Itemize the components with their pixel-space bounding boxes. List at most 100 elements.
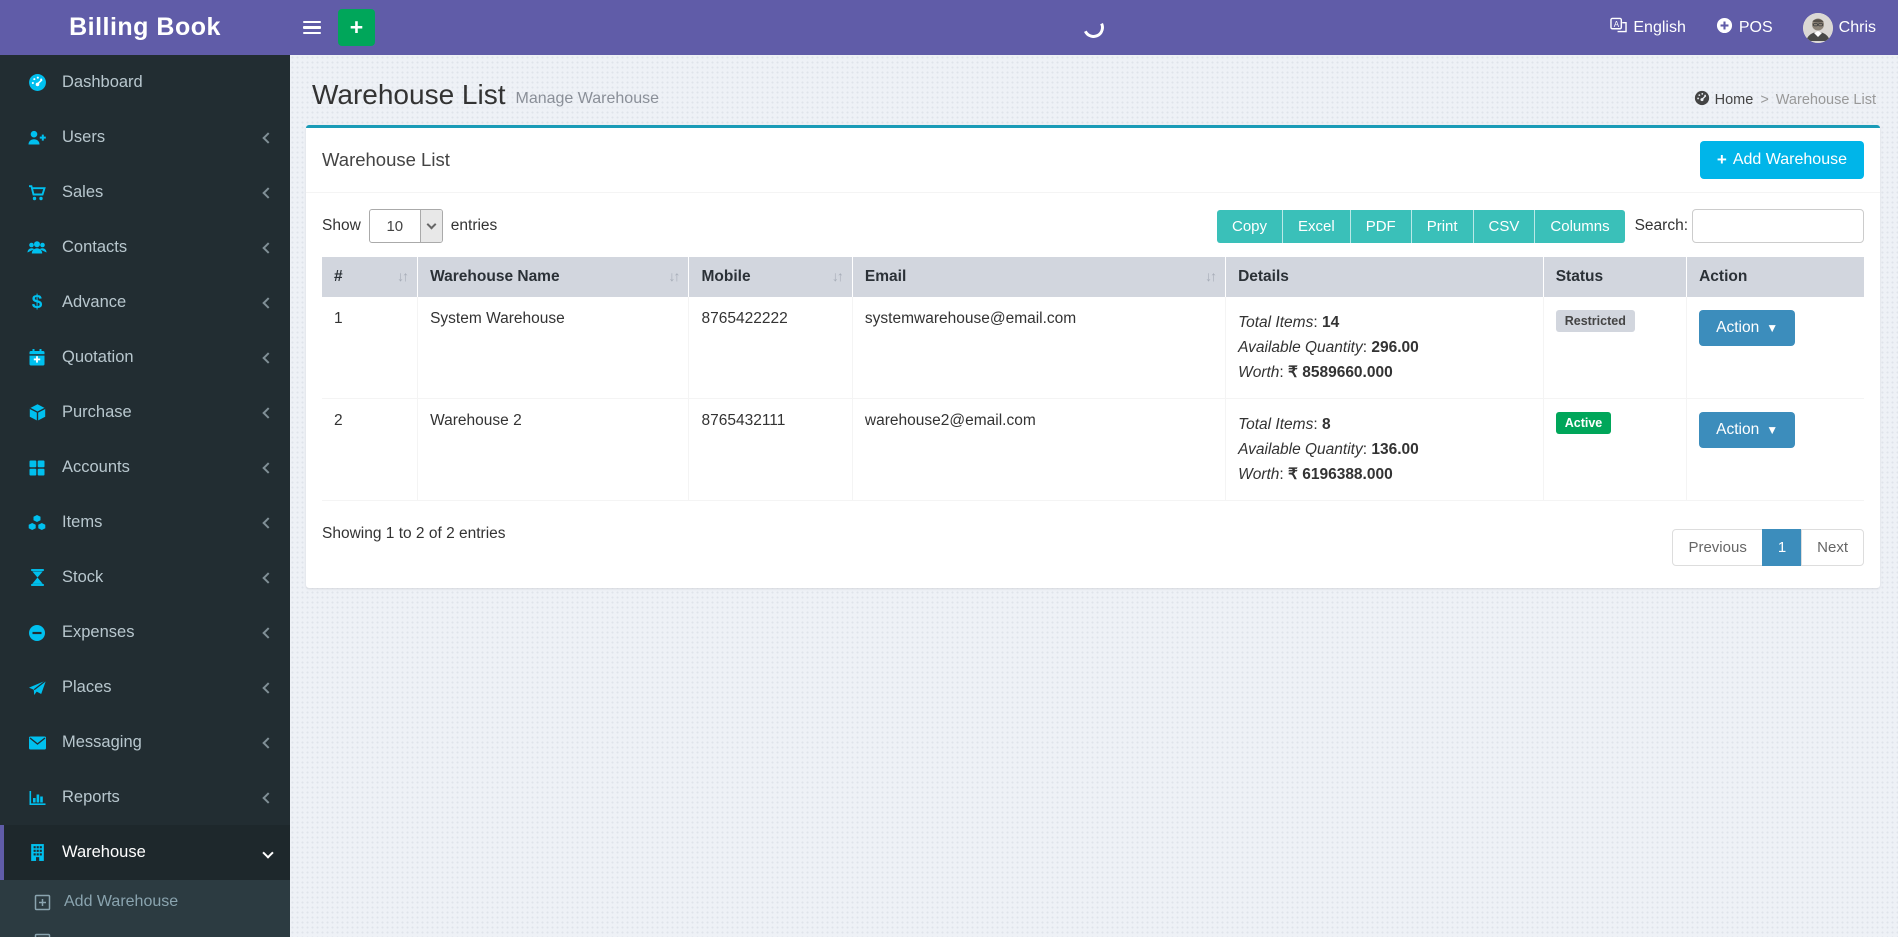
pdf-button[interactable]: PDF [1350,209,1412,243]
pos-button[interactable]: POS [1716,17,1773,39]
card-header: Warehouse List + Add Warehouse [306,128,1880,193]
sidebar-item-items[interactable]: Items [0,495,290,550]
previous-page-button[interactable]: Previous [1672,529,1763,566]
warehouse-table: # ↓↑ Warehouse Name ↓↑ Mobile ↓↑ Email ↓↑ De… [322,257,1864,501]
app-title: Billing Book [69,13,221,41]
add-warehouse-button[interactable]: + Add Warehouse [1699,141,1864,179]
showing-entries-text: Showing 1 to 2 of 2 entries [322,525,506,542]
page-length-select[interactable]: 10 [368,209,443,243]
next-page-button[interactable]: Next [1801,529,1864,566]
sidebar-subitem-label: Add Warehouse [64,893,179,910]
cell-details: Total Items: 14 Available Quantity: 296.… [1225,297,1544,399]
col-header-warehouse-name[interactable]: Warehouse Name ↓↑ [417,257,690,297]
cell-num: 1 [322,297,419,399]
table-controls: Show 10 entries Copy Excel PDF Print CSV… [322,209,1864,243]
col-header-email[interactable]: Email ↓↑ [852,257,1227,297]
sidebar-item-label: Reports [62,788,120,806]
sort-icon: ↓↑ [397,268,409,284]
sidebar-item-label: Messaging [62,733,142,751]
cell-warehouse-name: System Warehouse [417,297,690,399]
calendar-plus-icon [26,348,48,367]
loading-spinner-icon [1080,13,1107,41]
excel-button[interactable]: Excel [1283,209,1351,243]
action-dropdown-button[interactable]: Action ▼ [1699,412,1796,448]
list-icon [32,929,52,937]
sidebar-item-label: Warehouse [62,843,146,861]
search-control: Search: [1625,209,1864,243]
cell-details: Total Items: 8 Available Quantity: 136.0… [1225,398,1544,501]
caret-down-icon: ▼ [1766,321,1779,335]
sidebar-item-stock[interactable]: Stock [0,550,290,605]
chevron-left-icon [262,296,274,309]
csv-button[interactable]: CSV [1473,209,1536,243]
grid-icon [26,458,48,477]
sidebar-item-label: Items [62,513,103,531]
sidebar-item-quotation[interactable]: Quotation [0,330,290,385]
sidebar-item-label: Expenses [62,623,135,641]
sidebar-subitem-add-warehouse[interactable]: Add Warehouse [0,880,290,924]
breadcrumb-current: Warehouse List [1775,92,1876,108]
search-input[interactable] [1692,209,1864,243]
cell-action: Action ▼ [1686,398,1864,501]
user-plus-icon [26,128,48,147]
sidebar-subitem-partial[interactable] [0,924,290,937]
sidebar-item-advance[interactable]: $ Advance [0,275,290,330]
sidebar-item-label: Dashboard [62,73,143,91]
sidebar-item-places[interactable]: Places [0,660,290,715]
sidebar-item-label: Quotation [62,348,134,366]
building-icon [26,843,48,862]
dollar-icon: $ [31,291,43,313]
user-menu[interactable]: Chris [1802,12,1876,43]
sidebar-item-accounts[interactable]: Accounts [0,440,290,495]
print-button[interactable]: Print [1411,209,1474,243]
language-menu[interactable]: A English [1610,17,1686,38]
sidebar-item-label: Accounts [62,458,130,476]
sidebar-item-purchase[interactable]: Purchase [0,385,290,440]
sidebar-item-contacts[interactable]: Contacts [0,220,290,275]
sidebar-item-expenses[interactable]: Expenses [0,605,290,660]
columns-button[interactable]: Columns [1535,209,1625,243]
action-dropdown-button[interactable]: Action ▼ [1699,310,1796,346]
pagination: Previous 1 Next [1672,529,1864,566]
status-badge: Restricted [1555,310,1635,332]
quick-add-button[interactable]: + [338,9,375,46]
chevron-left-icon [262,571,274,584]
cell-email: warehouse2@email.com [852,398,1227,501]
sidebar-item-label: Advance [62,293,127,311]
page-number-button[interactable]: 1 [1761,529,1803,566]
sidebar-item-dashboard[interactable]: Dashboard [0,55,290,110]
page-title: Warehouse List [312,79,506,110]
copy-button[interactable]: Copy [1216,209,1284,243]
breadcrumb-separator: > [1760,92,1769,108]
plus-square-icon [32,893,52,911]
topbar: Billing Book + A English POS Chris [0,0,1898,55]
col-header-num[interactable]: # ↓↑ [322,257,419,297]
bar-chart-icon [26,788,48,807]
chevron-left-icon [262,681,274,694]
chevron-left-icon [262,186,274,199]
sidebar-item-warehouse[interactable]: Warehouse [0,825,290,880]
caret-down-icon: ▼ [1766,423,1779,437]
dashboard-icon [1694,90,1710,110]
breadcrumb-home[interactable]: Home [1694,90,1753,110]
app-window: Billing Book + A English POS Chris Dashb… [0,0,1898,937]
col-header-mobile[interactable]: Mobile ↓↑ [688,257,853,297]
card-title: Warehouse List [322,149,450,170]
app-logo[interactable]: Billing Book [0,0,290,55]
sidebar-item-label: Purchase [62,403,132,421]
chevron-left-icon [262,736,274,749]
cell-num: 2 [322,398,419,501]
paper-plane-icon [26,678,48,697]
avatar [1802,12,1833,43]
chevron-left-icon [262,241,274,254]
svg-text:A: A [1614,20,1620,29]
sidebar-item-label: Contacts [62,238,128,256]
users-group-icon [26,238,48,257]
warehouse-list-card: Warehouse List + Add Warehouse Show 10 en… [306,125,1880,588]
sidebar-item-sales[interactable]: Sales [0,165,290,220]
sidebar-item-users[interactable]: Users [0,110,290,165]
page-subtitle: Manage Warehouse [515,90,660,107]
sidebar-item-messaging[interactable]: Messaging [0,715,290,770]
sidebar-toggle-button[interactable] [290,0,334,55]
sidebar-item-reports[interactable]: Reports [0,770,290,825]
